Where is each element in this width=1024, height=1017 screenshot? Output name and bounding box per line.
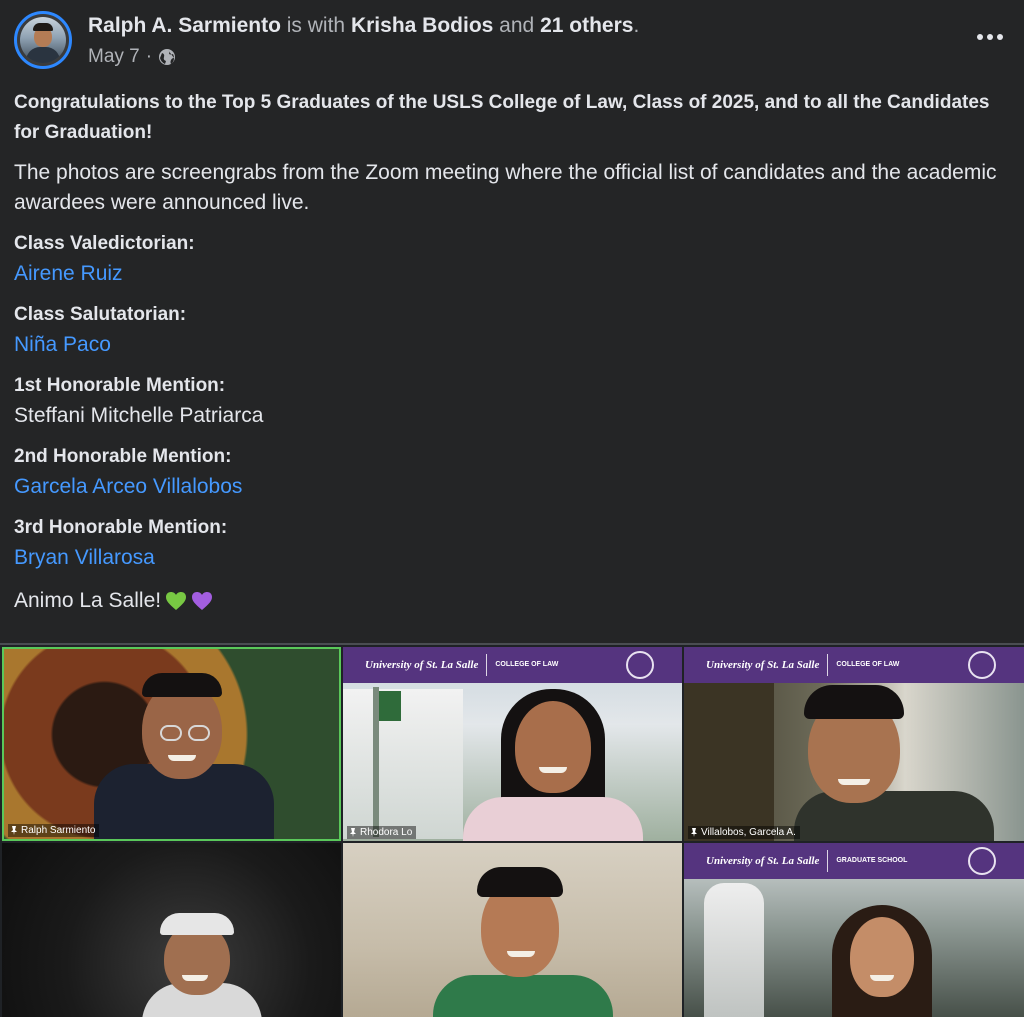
- awardee-name-link[interactable]: Niña Paco: [14, 330, 1018, 360]
- awardee-name-link[interactable]: Airene Ruiz: [14, 259, 1018, 289]
- usls-banner: University of St. La Salle COLLEGE OF LA…: [343, 647, 682, 683]
- zoom-tile-4: [2, 843, 341, 1017]
- award-title: Class Valedictorian:: [14, 233, 195, 254]
- period-text: .: [633, 14, 640, 37]
- award-3rd-honorable: 3rd Honorable Mention: Bryan Villarosa: [14, 513, 1018, 573]
- participant-name-label: Villalobos, Garcela A.: [688, 826, 800, 839]
- with-text: is with: [286, 14, 346, 37]
- participant-video: [423, 857, 623, 1017]
- banner-logo: University of St. La Salle: [706, 854, 820, 867]
- awardee-name-link[interactable]: Garcela Arceo Villalobos: [14, 472, 1018, 502]
- participant-name-label: Ralph Sarmiento: [8, 824, 100, 837]
- banner-college: COLLEGE OF LAW: [836, 661, 900, 668]
- green-heart-icon: [166, 592, 187, 610]
- award-1st-honorable: 1st Honorable Mention: Steffani Mitchell…: [14, 371, 1018, 431]
- participant-video: [132, 903, 272, 1017]
- and-text: and: [499, 14, 535, 37]
- more-options-button[interactable]: [970, 22, 1010, 52]
- participant-video: [814, 903, 964, 1017]
- post-date-link[interactable]: May 7: [88, 45, 140, 69]
- participant-name-label: Rhodora Lo: [347, 826, 417, 839]
- globe-icon[interactable]: [158, 48, 176, 66]
- pin-icon: [691, 828, 697, 837]
- award-title: 2nd Honorable Mention:: [14, 446, 232, 467]
- tagged-others-link[interactable]: 21 others: [540, 14, 633, 37]
- banner-logo: University of St. La Salle: [365, 658, 479, 671]
- award-salutatorian: Class Salutatorian: Niña Paco: [14, 300, 1018, 360]
- author-name-link[interactable]: Ralph A. Sarmiento: [88, 14, 281, 37]
- banner-college: GRADUATE SCHOOL: [836, 857, 908, 864]
- banner-logo: University of St. La Salle: [706, 658, 820, 671]
- post-photo[interactable]: Ralph Sarmiento University of St. La Sal…: [0, 643, 1024, 1017]
- usls-seal-icon: [968, 651, 996, 679]
- post-header: Ralph A. Sarmiento is with Krisha Bodios…: [0, 0, 1024, 84]
- post-body: Congratulations to the Top 5 Graduates o…: [14, 88, 1018, 616]
- closing-text: Animo La Salle!: [14, 589, 162, 612]
- usls-seal-icon: [968, 847, 996, 875]
- zoom-tile-6: University of St. La Salle GRADUATE SCHO…: [684, 843, 1024, 1017]
- award-title: 1st Honorable Mention:: [14, 375, 226, 396]
- zoom-tile-5: [343, 843, 682, 1017]
- post-headline: Congratulations to the Top 5 Graduates o…: [14, 92, 990, 143]
- ellipsis-icon: [977, 34, 983, 40]
- awardee-name: Steffani Mitchelle Patriarca: [14, 404, 264, 427]
- award-2nd-honorable: 2nd Honorable Mention: Garcela Arceo Vil…: [14, 442, 1018, 502]
- award-title: Class Salutatorian:: [14, 304, 187, 325]
- author-line: Ralph A. Sarmiento is with Krisha Bodios…: [88, 13, 639, 39]
- avatar-photo: [20, 17, 66, 63]
- award-valedictorian: Class Valedictorian: Airene Ruiz: [14, 229, 1018, 289]
- zoom-tile-rhodora: University of St. La Salle COLLEGE OF LA…: [343, 647, 682, 841]
- award-title: 3rd Honorable Mention:: [14, 517, 228, 538]
- participant-video: [84, 659, 284, 839]
- post-intro: The photos are screengrabs from the Zoom…: [14, 161, 997, 214]
- pin-icon: [350, 828, 356, 837]
- awardee-name-link[interactable]: Bryan Villarosa: [14, 543, 1018, 573]
- meta-separator: ·: [145, 46, 153, 67]
- zoom-tile-ralph: Ralph Sarmiento: [2, 647, 341, 841]
- purple-heart-icon: [192, 592, 213, 610]
- tagged-person-link[interactable]: Krisha Bodios: [351, 14, 493, 37]
- participant-video: [453, 687, 653, 841]
- closing-line: Animo La Salle!: [14, 586, 1018, 616]
- usls-seal-icon: [626, 651, 654, 679]
- author-avatar[interactable]: [14, 11, 72, 69]
- usls-banner: University of St. La Salle GRADUATE SCHO…: [684, 843, 1024, 879]
- usls-banner: University of St. La Salle COLLEGE OF LA…: [684, 647, 1024, 683]
- zoom-tile-villalobos: University of St. La Salle COLLEGE OF LA…: [684, 647, 1024, 841]
- participant-video: [784, 683, 1004, 841]
- post-meta: May 7 ·: [88, 45, 176, 69]
- banner-college: COLLEGE OF LAW: [495, 661, 559, 668]
- pin-icon: [11, 826, 17, 835]
